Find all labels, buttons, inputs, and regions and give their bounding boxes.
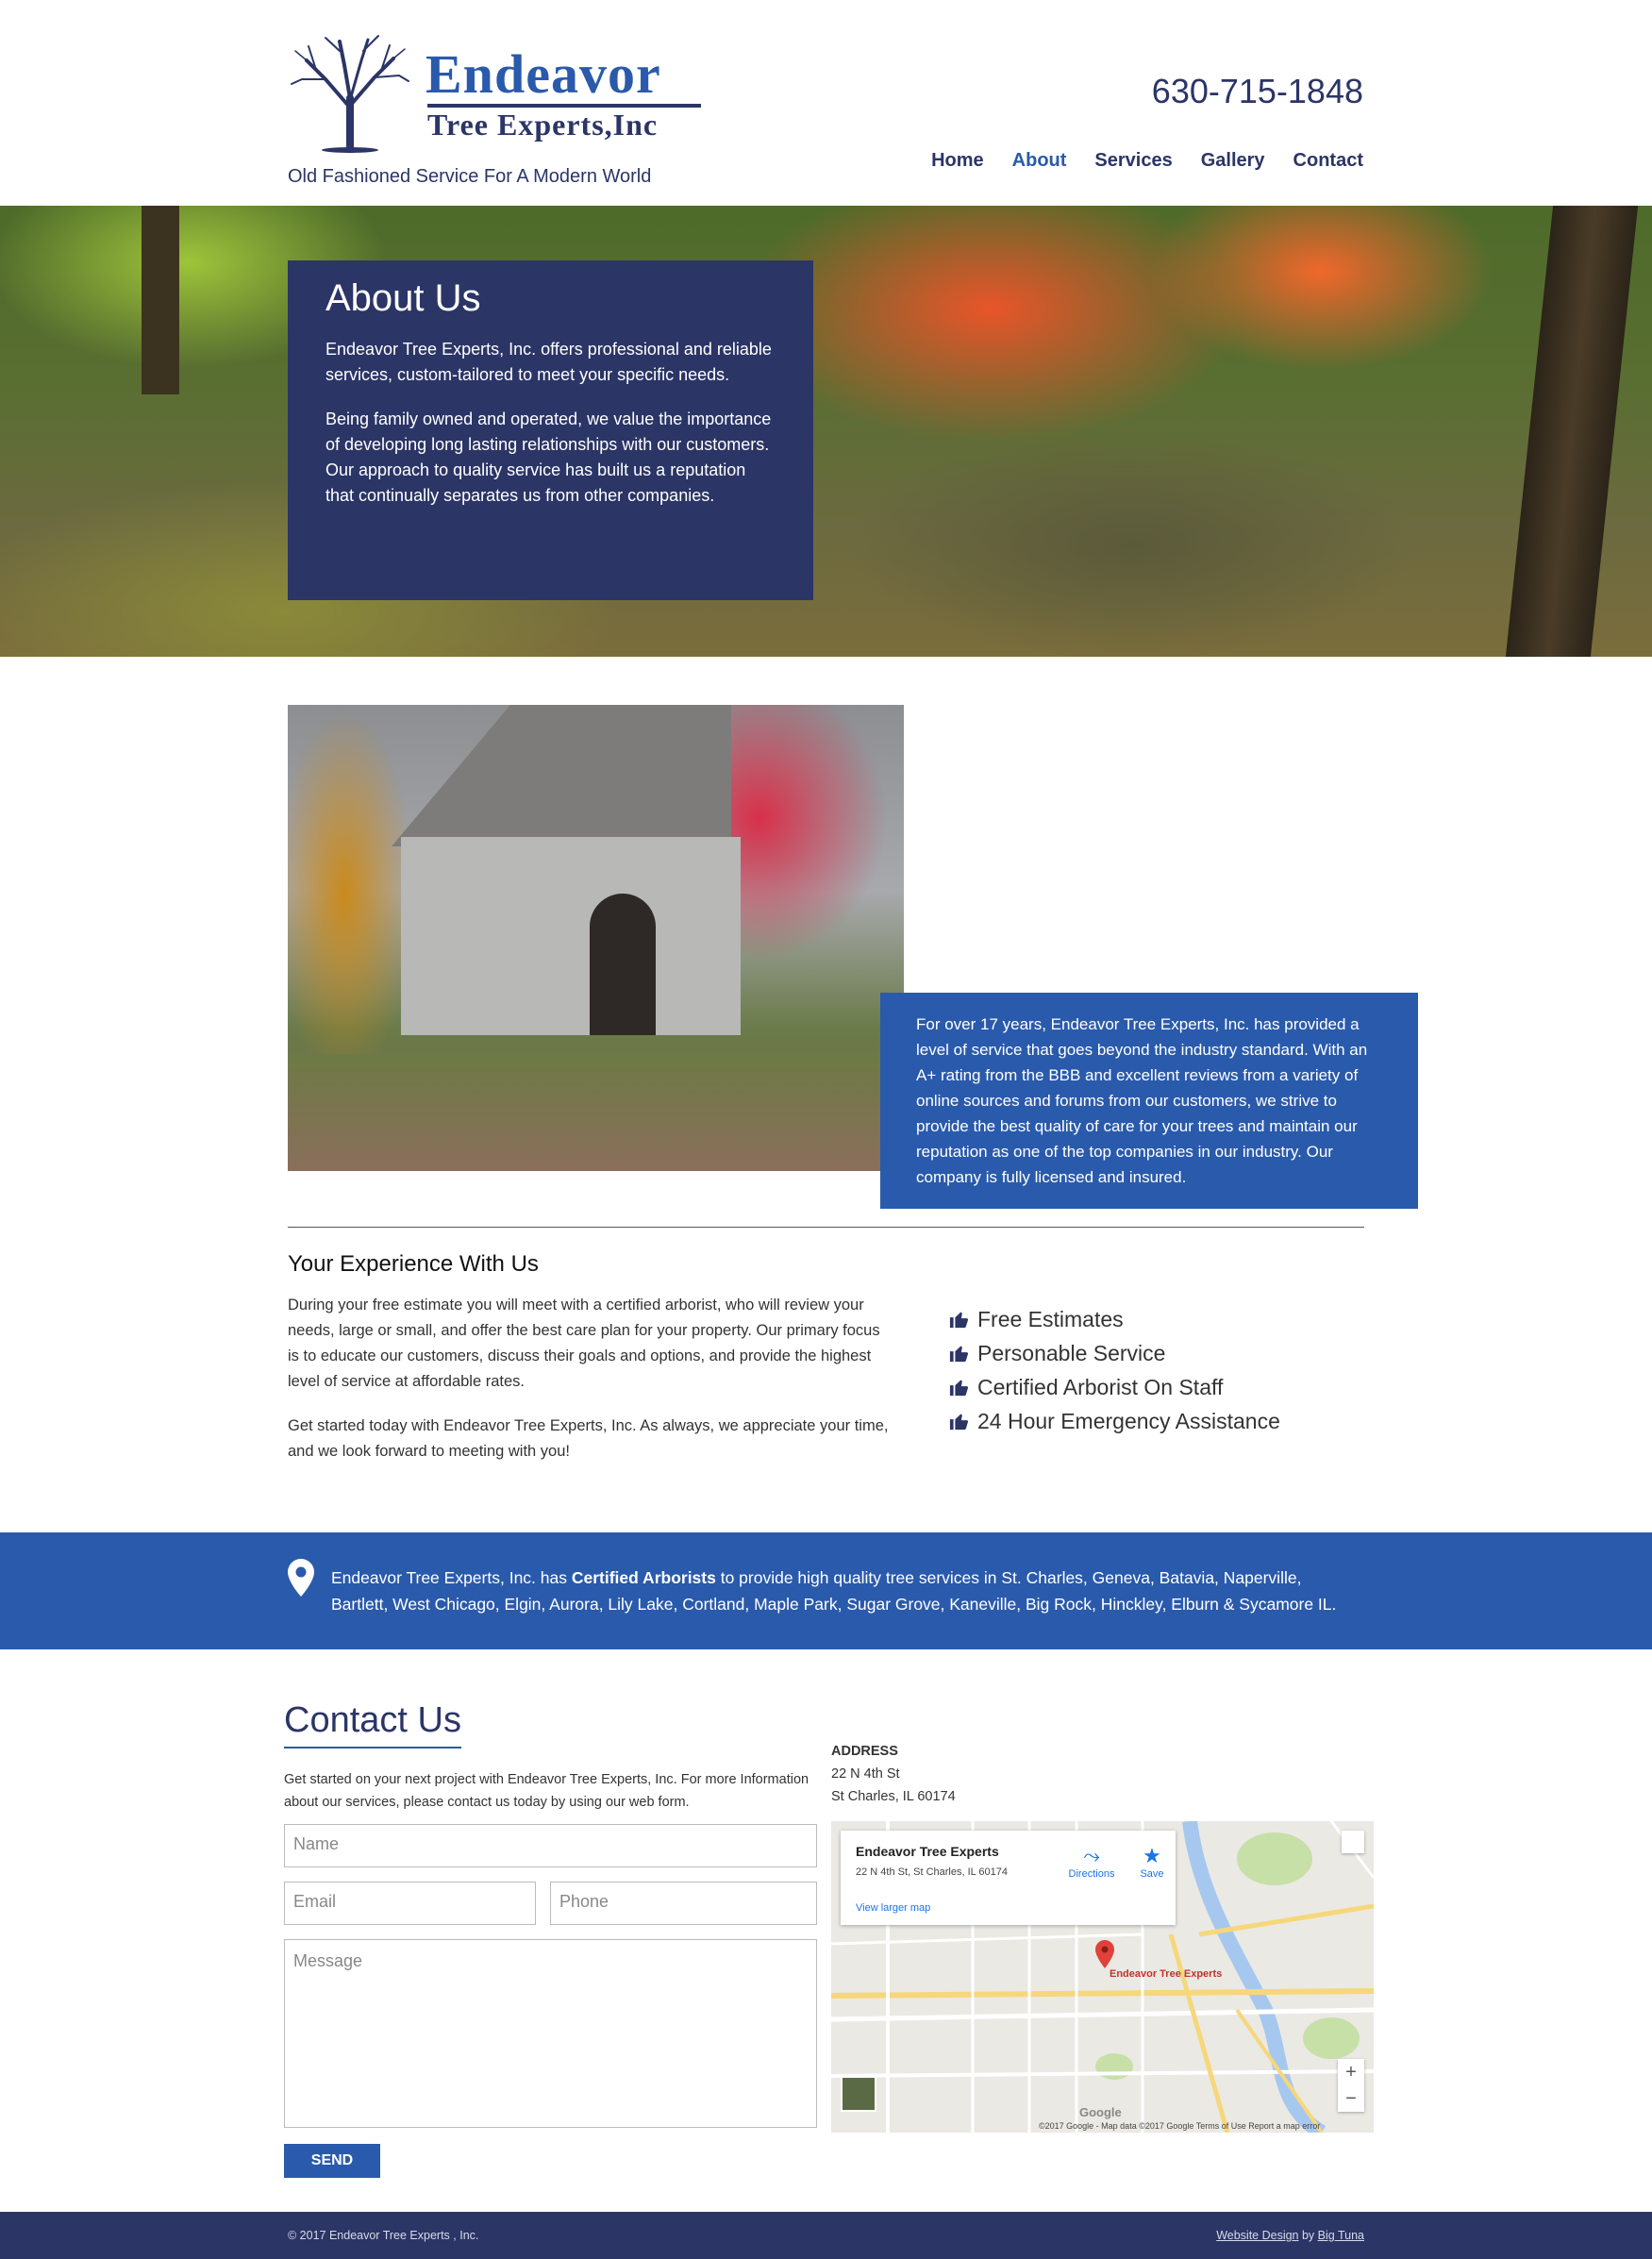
service-area-banner: Endeavor Tree Experts, Inc. has Certifie… [0, 1532, 1652, 1649]
house-wall [401, 837, 741, 1035]
send-button[interactable]: SEND [284, 2144, 380, 2178]
feature-label: 24 Hour Emergency Assistance [977, 1408, 1280, 1433]
map-attribution: ©2017 Google - Map data ©2017 Google Ter… [1039, 2121, 1321, 2131]
feature-label: Free Estimates [977, 1306, 1124, 1331]
nav-about[interactable]: About [1012, 150, 1067, 172]
hero-tree-trunk [1505, 206, 1639, 657]
house-roof [392, 705, 731, 846]
address-street: 22 N 4th St [831, 1766, 900, 1782]
logo[interactable]: Endeavor Tree Experts,Inc [288, 32, 703, 155]
google-map[interactable]: Endeavor Tree Experts 22 N 4th St, St Ch… [831, 1821, 1374, 2133]
divider [288, 1227, 1364, 1228]
zoom-out-button[interactable]: − [1338, 2085, 1364, 2112]
contact-title-underline [284, 1747, 461, 1749]
zoom-in-button[interactable]: + [1338, 2059, 1364, 2085]
website-design-link[interactable]: Website Design [1216, 2229, 1298, 2242]
intro-box: For over 17 years, Endeavor Tree Experts… [880, 993, 1418, 1209]
feature-item: Free Estimates [949, 1302, 1280, 1336]
service-area-prefix: Endeavor Tree Experts, Inc. has [331, 1568, 572, 1587]
directions-label: Directions [1068, 1868, 1115, 1880]
nav-gallery[interactable]: Gallery [1201, 150, 1265, 172]
street-view-icon[interactable] [1342, 1831, 1364, 1853]
hero-banner-image: About Us Endeavor Tree Experts, Inc. off… [0, 206, 1652, 657]
message-textarea[interactable]: Message [284, 1939, 817, 2128]
contact-intro: Get started on your next project with En… [284, 1772, 809, 1810]
site-footer: © 2017 Endeavor Tree Experts , Inc. Webs… [0, 2212, 1652, 2259]
big-tuna-link[interactable]: Big Tuna [1318, 2229, 1364, 2242]
directions-icon: ⤳ [1083, 1844, 1100, 1867]
tagline: Old Fashioned Service For A Modern World [288, 166, 652, 187]
satellite-toggle[interactable] [841, 2076, 876, 2112]
address-city: St Charles, IL 60174 [831, 1789, 956, 1804]
thumbs-up-icon [949, 1380, 969, 1397]
main-nav: Home About Services Gallery Contact [931, 150, 1363, 172]
feature-list: Free Estimates Personable Service Certif… [949, 1302, 1280, 1438]
map-directions-button[interactable]: ⤳ Directions [1063, 1844, 1120, 1880]
thumbs-up-icon [949, 1414, 969, 1431]
house-door [590, 894, 656, 1035]
thumbs-up-icon [949, 1346, 969, 1363]
experience-text: During your free estimate you will meet … [288, 1293, 892, 1483]
view-larger-map-link[interactable]: View larger map [856, 1902, 930, 1914]
page-title: About Us [325, 277, 481, 319]
nav-services[interactable]: Services [1094, 150, 1172, 172]
experience-title: Your Experience With Us [288, 1251, 539, 1277]
feature-item: Certified Arborist On Staff [949, 1370, 1280, 1404]
star-icon: ★ [1143, 1844, 1161, 1867]
nav-contact[interactable]: Contact [1293, 150, 1363, 172]
house-photo [288, 705, 904, 1171]
experience-paragraph: During your free estimate you will meet … [288, 1297, 880, 1390]
map-marker-icon[interactable] [1095, 1940, 1114, 1968]
address-label: ADDRESS [831, 1744, 898, 1759]
name-input[interactable]: Name [284, 1824, 817, 1867]
site-credit: Website Design by Big Tuna [1216, 2229, 1364, 2242]
site-header: Endeavor Tree Experts,Inc Old Fashioned … [0, 0, 1652, 206]
map-pin-icon [288, 1559, 314, 1597]
map-info-card: Endeavor Tree Experts 22 N 4th St, St Ch… [841, 1831, 1176, 1925]
feature-label: Certified Arborist On Staff [977, 1374, 1224, 1399]
phone-input[interactable]: Phone [550, 1882, 817, 1925]
about-us-box: About Us Endeavor Tree Experts, Inc. off… [288, 260, 813, 600]
feature-item: Personable Service [949, 1336, 1280, 1370]
email-input[interactable]: Email [284, 1882, 536, 1925]
thumbs-up-icon [949, 1312, 969, 1329]
contact-title: Contact Us [284, 1700, 461, 1740]
house-lawn [288, 1054, 904, 1171]
tree-logo-icon [291, 35, 409, 153]
feature-label: Personable Service [977, 1340, 1166, 1365]
map-zoom-controls: + − [1338, 2059, 1364, 2112]
about-paragraph: Being family owned and operated, we valu… [325, 410, 772, 505]
hero-tree-trunk [142, 206, 179, 394]
google-logo: Google [1079, 2105, 1122, 2119]
about-paragraph: Endeavor Tree Experts, Inc. offers profe… [325, 340, 772, 384]
map-pin-label: Endeavor Tree Experts [1110, 1968, 1223, 1980]
map-save-button[interactable]: ★ Save [1133, 1844, 1171, 1880]
phone-number[interactable]: 630-715-1848 [1152, 72, 1363, 111]
save-label: Save [1140, 1868, 1164, 1880]
credit-by: by [1298, 2229, 1318, 2242]
logo-name: Endeavor [426, 43, 661, 105]
copyright: © 2017 Endeavor Tree Experts , Inc. [288, 2229, 479, 2242]
experience-paragraph: Get started today with Endeavor Tree Exp… [288, 1417, 889, 1460]
feature-item: 24 Hour Emergency Assistance [949, 1404, 1280, 1438]
nav-home[interactable]: Home [931, 150, 984, 172]
logo-subname: Tree Experts,Inc [427, 108, 659, 142]
service-area-highlight: Certified Arborists [571, 1568, 716, 1587]
service-area-text: Endeavor Tree Experts, Inc. has Certifie… [331, 1565, 1350, 1617]
